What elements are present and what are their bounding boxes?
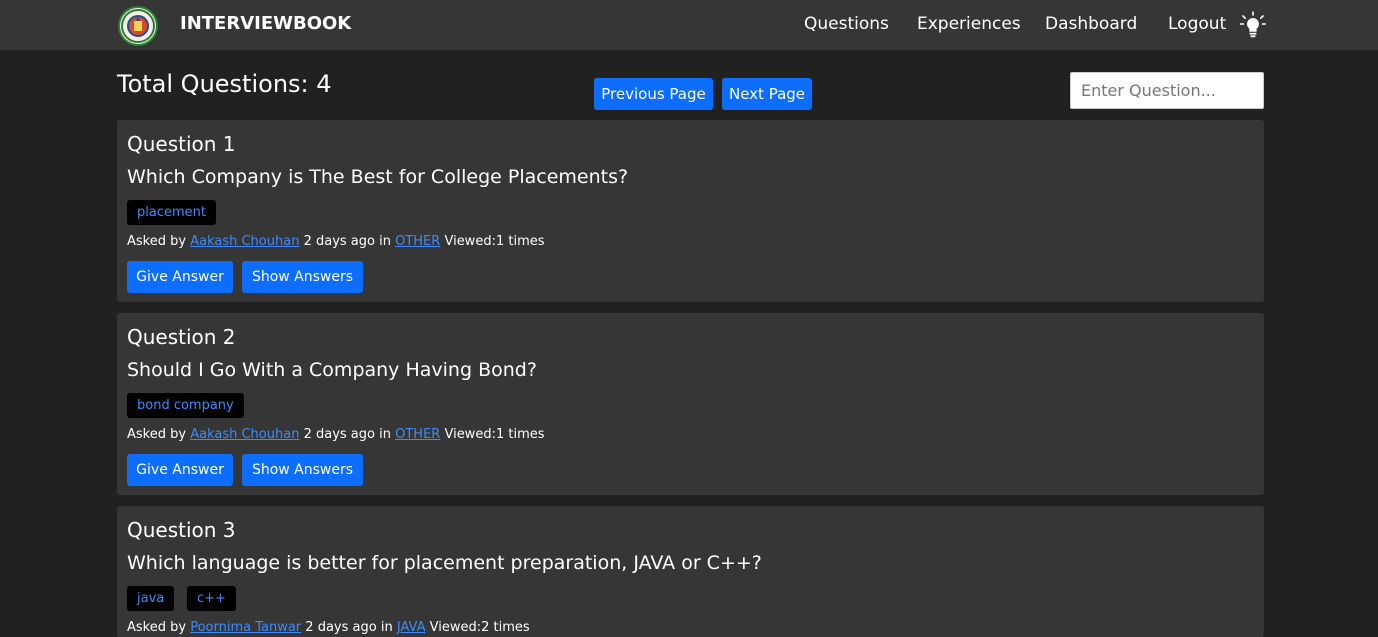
question-number: Question 1 <box>127 132 236 156</box>
question-card: Question 2 Should I Go With a Company Ha… <box>117 313 1264 495</box>
search-question-input[interactable] <box>1070 72 1264 109</box>
nav-experiences[interactable]: Experiences <box>917 14 1021 34</box>
viewed-label: Viewed: <box>429 620 482 635</box>
nav-questions[interactable]: Questions <box>804 14 889 34</box>
question-title: Which Company is The Best for College Pl… <box>127 166 629 188</box>
in-label: in <box>380 620 393 635</box>
give-answer-button[interactable]: Give Answer <box>127 454 233 486</box>
question-meta: Asked by Aakash Chouhan 2 days ago in OT… <box>127 234 545 249</box>
question-card: Question 3 Which language is better for … <box>117 506 1264 637</box>
asked-by-label: Asked by <box>127 427 187 442</box>
lightbulb-icon[interactable] <box>1239 11 1267 39</box>
category-link[interactable]: JAVA <box>397 620 426 635</box>
view-count: 1 <box>495 427 505 442</box>
nav-logout[interactable]: Logout <box>1168 14 1226 34</box>
asked-by-label: Asked by <box>127 620 187 635</box>
question-meta: Asked by Poornima Tanwar 2 days ago in J… <box>127 620 530 635</box>
times-label: times <box>493 620 530 635</box>
question-tag[interactable]: java <box>127 586 175 611</box>
times-label: times <box>508 427 545 442</box>
asked-time: 2 days ago <box>303 234 375 249</box>
asked-by-label: Asked by <box>127 234 187 249</box>
category-link[interactable]: OTHER <box>395 234 440 249</box>
total-questions-heading: Total Questions: 4 <box>117 70 332 98</box>
previous-page-button[interactable]: Previous Page <box>594 78 713 110</box>
category-link[interactable]: OTHER <box>395 427 440 442</box>
nav-dashboard[interactable]: Dashboard <box>1045 14 1137 34</box>
in-label: in <box>379 234 391 249</box>
viewed-label: Viewed: <box>444 234 496 249</box>
author-link[interactable]: Aakash Chouhan <box>190 427 299 442</box>
author-link[interactable]: Aakash Chouhan <box>190 234 299 249</box>
navbar: INTERVIEWBOOK Questions Experiences Dash… <box>0 0 1378 50</box>
author-link[interactable]: Poornima Tanwar <box>190 620 301 635</box>
in-label: in <box>379 427 391 442</box>
question-number: Question 3 <box>127 518 236 542</box>
question-meta: Asked by Aakash Chouhan 2 days ago in OT… <box>127 427 545 442</box>
question-tag[interactable]: bond company <box>127 393 244 418</box>
question-tag[interactable]: c++ <box>187 586 236 611</box>
show-answers-button[interactable]: Show Answers <box>242 261 363 293</box>
give-answer-button[interactable]: Give Answer <box>127 261 233 293</box>
show-answers-button[interactable]: Show Answers <box>242 454 363 486</box>
question-title: Which language is better for placement p… <box>127 552 762 574</box>
next-page-button[interactable]: Next Page <box>722 78 812 110</box>
viewed-label: Viewed: <box>444 427 496 442</box>
view-count: 1 <box>495 234 505 249</box>
times-label: times <box>508 234 545 249</box>
question-number: Question 2 <box>127 325 236 349</box>
asked-time: 2 days ago <box>303 427 375 442</box>
question-title: Should I Go With a Company Having Bond? <box>127 359 537 381</box>
brand-title[interactable]: INTERVIEWBOOK <box>180 13 351 34</box>
college-emblem-logo[interactable] <box>118 6 158 46</box>
asked-time: 2 days ago <box>305 620 377 635</box>
question-card: Question 1 Which Company is The Best for… <box>117 120 1264 302</box>
question-tag[interactable]: placement <box>127 200 216 225</box>
view-count: 2 <box>481 620 490 635</box>
